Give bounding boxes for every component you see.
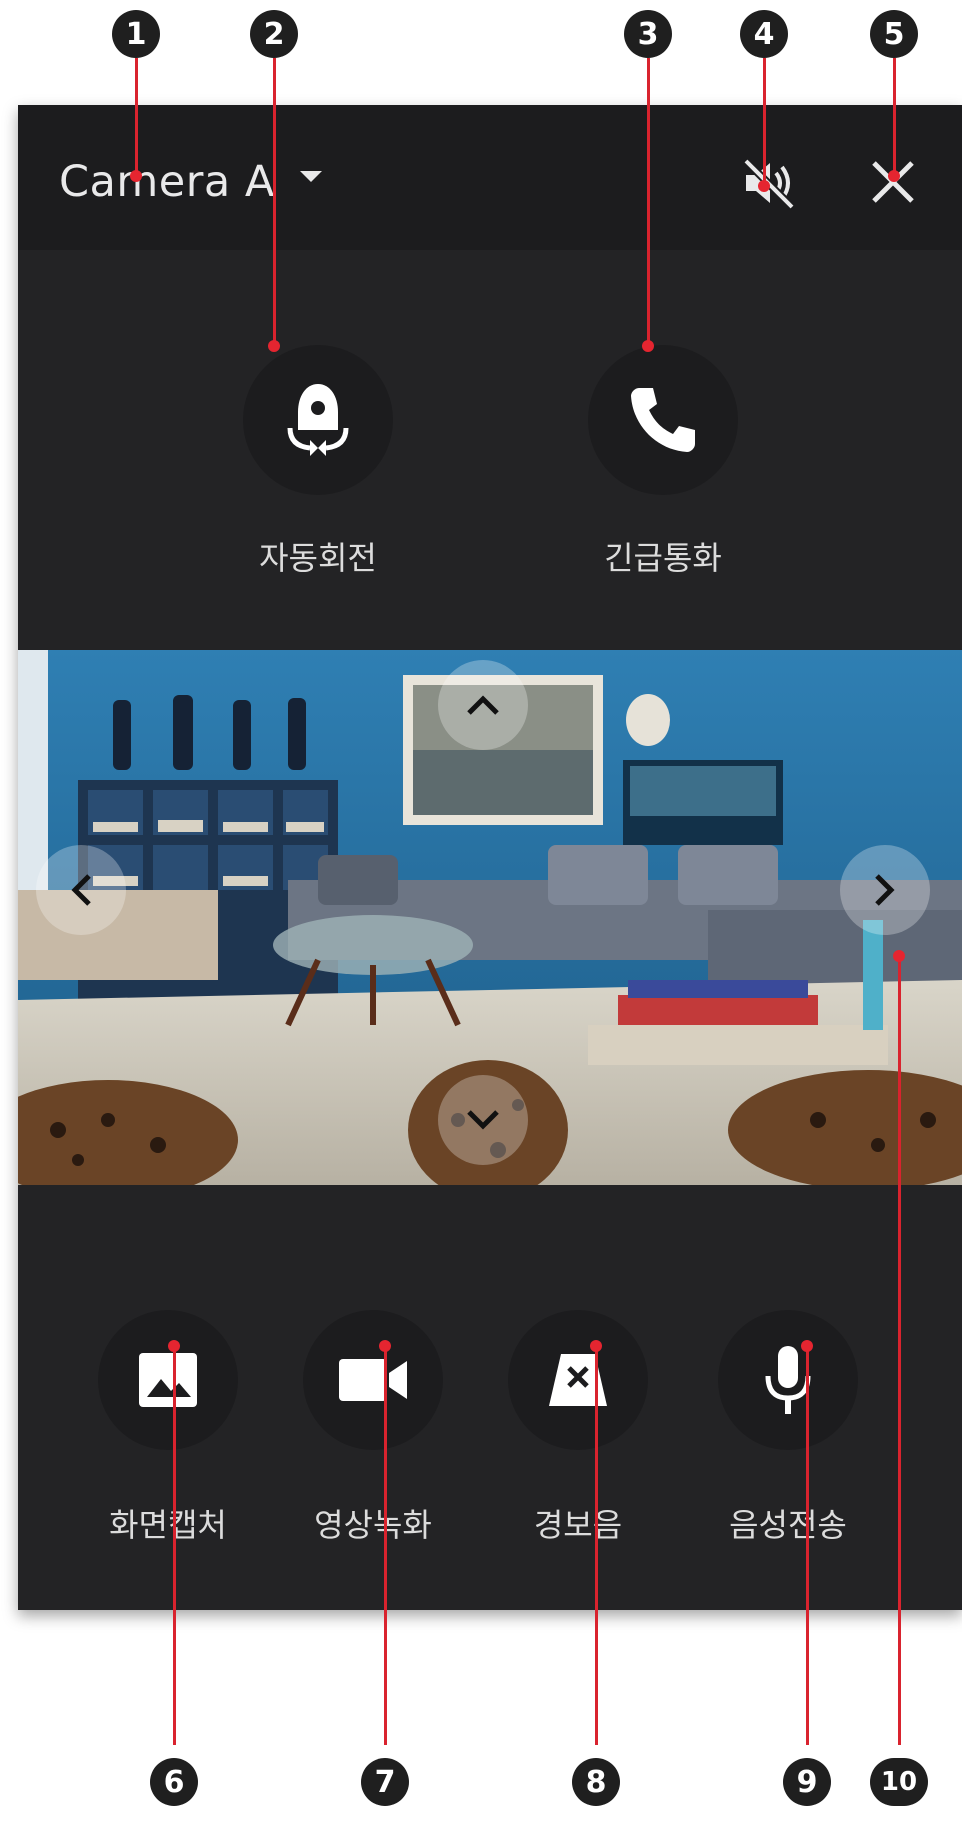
video-camera-icon xyxy=(339,1359,407,1401)
alarm-button[interactable] xyxy=(508,1310,648,1450)
auto-rotate-icon xyxy=(287,384,349,456)
leader-dot-9 xyxy=(801,1340,813,1352)
pan-right-button[interactable] xyxy=(840,845,930,935)
callout-2: 2 xyxy=(250,10,298,58)
auto-rotate-button[interactable] xyxy=(243,345,393,495)
emergency-call-label: 긴급통화 xyxy=(604,539,722,577)
chevron-right-icon xyxy=(875,874,895,906)
callout-3: 3 xyxy=(624,10,672,58)
leader-line-1 xyxy=(135,58,138,175)
leader-line-10 xyxy=(898,955,901,1745)
leader-line-9 xyxy=(806,1345,809,1745)
leader-dot-6 xyxy=(168,1340,180,1352)
voice-send-label: 음성전송 xyxy=(729,1506,847,1544)
callout-6: 6 xyxy=(150,1758,198,1806)
video-record-label: 영상녹화 xyxy=(314,1506,432,1544)
leader-dot-1 xyxy=(130,170,142,182)
chevron-up-icon xyxy=(467,695,499,715)
phone-icon xyxy=(631,388,695,452)
alarm-icon xyxy=(549,1354,607,1406)
leader-line-8 xyxy=(595,1345,598,1745)
callout-7: 7 xyxy=(361,1758,409,1806)
header-bar: Camera A xyxy=(18,105,962,250)
leader-dot-5 xyxy=(888,170,900,182)
chevron-left-icon xyxy=(71,874,91,906)
leader-line-2 xyxy=(273,58,276,345)
pan-up-button[interactable] xyxy=(438,660,528,750)
leader-dot-3 xyxy=(642,340,654,352)
callout-10: 10 xyxy=(870,1758,928,1806)
pan-left-button[interactable] xyxy=(36,845,126,935)
camera-name: Camera A xyxy=(59,157,275,207)
voice-send-button[interactable] xyxy=(718,1310,858,1450)
camera-dropdown-icon[interactable] xyxy=(300,171,322,182)
leader-dot-4 xyxy=(758,180,770,192)
callout-5: 5 xyxy=(870,10,918,58)
leader-line-4 xyxy=(763,58,766,185)
screen-capture-label: 화면캡처 xyxy=(109,1506,227,1544)
callout-4: 4 xyxy=(740,10,788,58)
callout-8: 8 xyxy=(572,1758,620,1806)
leader-dot-7 xyxy=(379,1340,391,1352)
callout-1: 1 xyxy=(112,10,160,58)
auto-rotate-label: 자동회전 xyxy=(259,539,377,577)
alarm-label: 경보음 xyxy=(533,1506,623,1544)
leader-dot-2 xyxy=(268,340,280,352)
video-record-button[interactable] xyxy=(303,1310,443,1450)
camera-viewer-panel: Camera A 자동회전 긴급통화 화면캡처 영상녹화 경보음 음성전송 xyxy=(18,105,962,1610)
leader-line-3 xyxy=(647,58,650,345)
leader-line-7 xyxy=(384,1345,387,1745)
leader-line-5 xyxy=(893,58,896,175)
pan-down-button[interactable] xyxy=(438,1075,528,1165)
chevron-down-icon xyxy=(467,1110,499,1130)
leader-line-6 xyxy=(173,1345,176,1745)
camera-feed[interactable] xyxy=(18,650,962,1185)
image-icon xyxy=(139,1353,197,1407)
leader-dot-10 xyxy=(893,950,905,962)
callout-9: 9 xyxy=(783,1758,831,1806)
screen-capture-button[interactable] xyxy=(98,1310,238,1450)
emergency-call-button[interactable] xyxy=(588,345,738,495)
leader-dot-8 xyxy=(590,1340,602,1352)
